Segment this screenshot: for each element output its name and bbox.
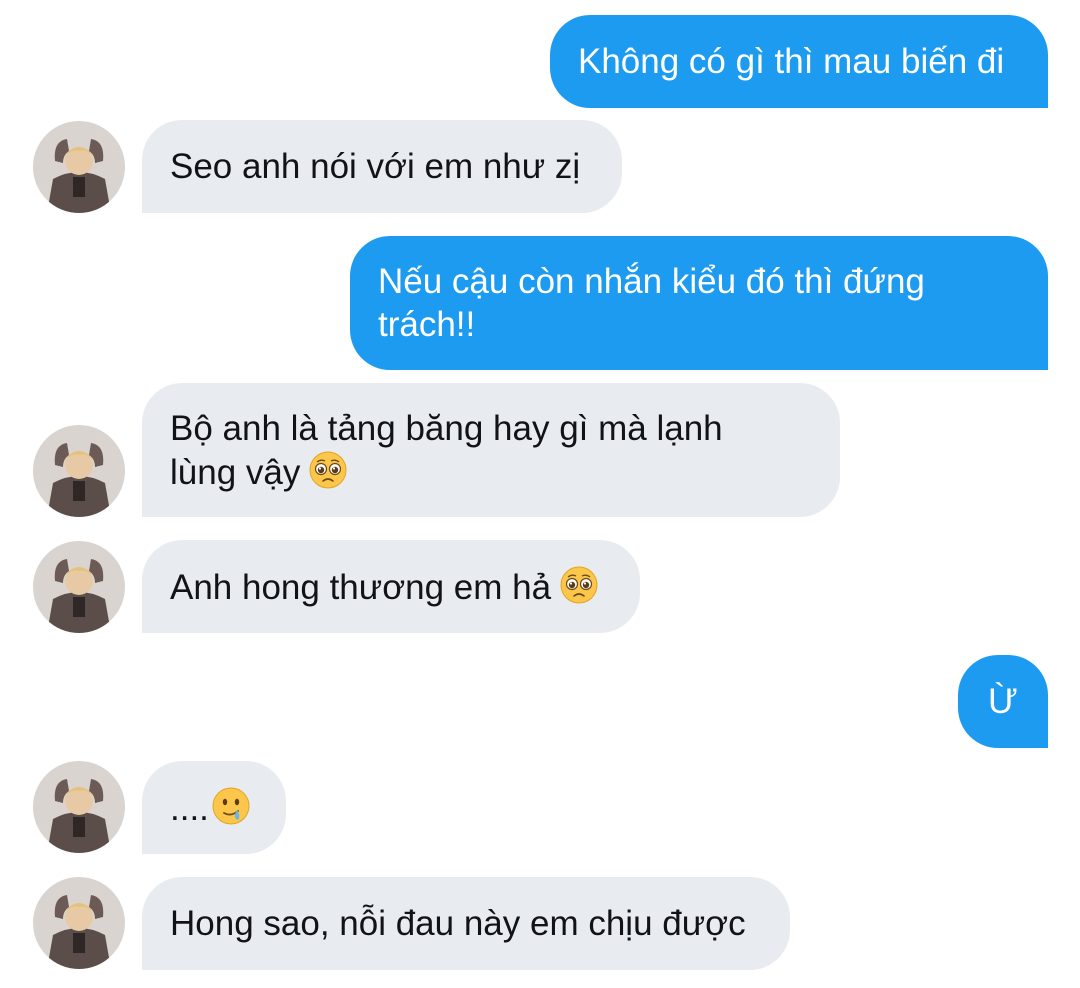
profile-photo-icon <box>33 425 125 517</box>
contact-avatar[interactable] <box>33 121 125 213</box>
profile-photo-icon <box>33 877 125 969</box>
face-holding-back-tears-emoji <box>212 787 250 824</box>
contact-avatar[interactable] <box>33 541 125 633</box>
message-text: .... <box>170 786 251 830</box>
message-text: Bộ anh là tảng băng hay gì mà lạnh lùng … <box>170 408 723 492</box>
message-text: Hong sao, nỗi đau này em chịu được <box>170 904 746 943</box>
contact-avatar[interactable] <box>33 877 125 969</box>
profile-photo-icon <box>33 761 125 853</box>
incoming-message-bubble[interactable]: Bộ anh là tảng băng hay gì mà lạnh lùng … <box>142 383 840 517</box>
message-text: Ừ <box>988 682 1018 721</box>
pleading-face-emoji <box>309 451 347 488</box>
outgoing-message-bubble[interactable]: Ừ <box>958 655 1048 748</box>
incoming-message-bubble[interactable]: Hong sao, nỗi đau này em chịu được <box>142 877 790 970</box>
incoming-message-bubble[interactable]: Anh hong thương em hả <box>142 540 640 633</box>
message-text: Nếu cậu còn nhắn kiểu đó thì đứng trách!… <box>378 262 925 344</box>
contact-avatar[interactable] <box>33 425 125 517</box>
contact-avatar[interactable] <box>33 761 125 853</box>
pleading-face-emoji <box>560 566 598 603</box>
outgoing-message-bubble[interactable]: Không có gì thì mau biến đi <box>550 15 1048 108</box>
message-text: Seo anh nói với em như zị <box>170 147 581 186</box>
message-text: Không có gì thì mau biến đi <box>578 42 1005 81</box>
incoming-message-bubble[interactable]: .... <box>142 761 286 854</box>
profile-photo-icon <box>33 121 125 213</box>
incoming-message-bubble[interactable]: Seo anh nói với em như zị <box>142 120 622 213</box>
profile-photo-icon <box>33 541 125 633</box>
message-text: Anh hong thương em hả <box>170 565 599 609</box>
outgoing-message-bubble[interactable]: Nếu cậu còn nhắn kiểu đó thì đứng trách!… <box>350 236 1048 370</box>
